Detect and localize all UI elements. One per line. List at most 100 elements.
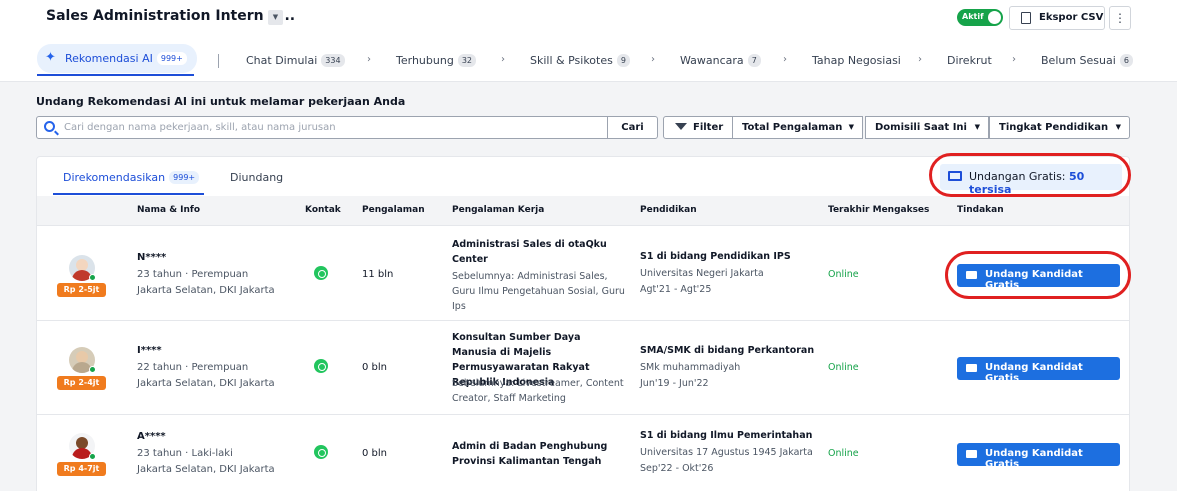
column-header: Pengalaman [362, 205, 425, 215]
tab-belum-sesuai[interactable]: Belum Sesuai 6 [1041, 54, 1133, 86]
tab-skill-psikotes[interactable]: Skill & Psikotes 9 [530, 54, 630, 86]
search-input[interactable]: Cari dengan nama pekerjaan, skill, atau … [36, 116, 608, 139]
dropdown-label: Total Pengalaman [742, 122, 843, 133]
column-header: Tindakan [957, 205, 1004, 215]
toggle-knob [988, 11, 1001, 24]
last-access-status: Online [828, 362, 859, 373]
tab-label: Direkrut [947, 54, 992, 67]
pipeline-tabs: ✦ Rekomendasi AI 999+ Chat Dimulai 334 › T… [0, 44, 1177, 82]
candidate-location: Jakarta Selatan, DKI Jakarta [137, 464, 275, 475]
mail-icon [966, 364, 977, 372]
search-button[interactable]: Cari [607, 116, 658, 139]
candidate-location: Jakarta Selatan, DKI Jakarta [137, 378, 275, 389]
experience-duration: 11 bln [362, 269, 394, 280]
work-experience-title: Administrasi Sales di otaQku Center [452, 239, 607, 265]
export-csv-label: Ekspor CSV [1039, 12, 1104, 23]
tab-tahap-negosiasi[interactable]: Tahap Negosiasi [812, 54, 901, 86]
annotation-circle-invite [945, 251, 1131, 299]
table-row[interactable]: Rp 2-4jt I**** 22 tahun · Perempuan Jaka… [37, 320, 1129, 414]
tab-label: Terhubung [396, 54, 454, 67]
candidate-age-gender: 23 tahun · Laki-laki [137, 448, 233, 459]
chevron-right-icon: › [651, 54, 655, 65]
education-title: SMA/SMK di bidang Perkantoran [640, 345, 815, 356]
tab-rekomendasi-ai[interactable]: ✦ Rekomendasi AI 999+ [37, 44, 197, 73]
tab-chat-dimulai[interactable]: Chat Dimulai 334 [246, 54, 345, 86]
candidate-info: 22 tahun · Perempuan Jakarta Selatan, DK… [137, 360, 275, 392]
active-tab-indicator [37, 74, 194, 76]
tab-terhubung[interactable]: Terhubung 32 [396, 54, 476, 86]
annotation-circle-quota [929, 153, 1131, 197]
chevron-right-icon: › [501, 54, 505, 65]
salary-badge: Rp 2-4jt [57, 376, 106, 390]
candidate-card: Direkomendasikan 999+ Diundang Undangan G… [36, 156, 1130, 491]
last-access-status: Online [828, 448, 859, 459]
education-info: SMk muhammadiyah Jun'19 - Jun'22 [640, 360, 740, 392]
job-switch-dropdown[interactable]: ▼ [268, 10, 283, 25]
whatsapp-icon[interactable] [314, 266, 328, 280]
table-row[interactable]: Rp 4-7jt A**** 23 tahun · Laki-laki Jaka… [37, 414, 1129, 491]
education-info: Universitas 17 Agustus 1945 Jakarta Sep'… [640, 445, 813, 477]
candidate-info: 23 tahun · Laki-laki Jakarta Selatan, DK… [137, 446, 275, 478]
tab-label: Belum Sesuai [1041, 54, 1116, 67]
education-level-dropdown[interactable]: Tingkat Pendidikan ▼ [989, 116, 1130, 139]
education-school: Universitas 17 Agustus 1945 Jakarta [640, 447, 813, 458]
tab-count: 9 [616, 54, 630, 67]
candidate-info: 23 tahun · Perempuan Jakarta Selatan, DK… [137, 267, 275, 299]
filter-button[interactable]: Filter [663, 116, 733, 139]
tab-label: Tahap Negosiasi [812, 54, 901, 67]
work-experience-previous: Sebelumnya: Livestreamer, Content Creato… [452, 378, 624, 404]
experience-duration: 0 bln [362, 448, 388, 459]
table-header: Nama & Info Kontak Pengalaman Pengalaman… [37, 196, 1129, 225]
mail-icon [966, 450, 977, 458]
search-icon [44, 121, 55, 132]
salary-badge: Rp 4-7jt [57, 462, 106, 476]
candidate-name[interactable]: N**** [137, 252, 166, 263]
tab-direkrut[interactable]: Direkrut [947, 54, 992, 86]
subtab-count: 999+ [169, 171, 200, 184]
online-indicator [89, 453, 96, 460]
job-title: Sales Administration Intern - ... [46, 8, 296, 24]
more-options-button[interactable]: ⋮ [1109, 6, 1131, 30]
domicile-dropdown[interactable]: Domisili Saat Ini ▼ [865, 116, 989, 139]
tab-count: 32 [457, 54, 476, 67]
whatsapp-icon[interactable] [314, 445, 328, 459]
subtab-diundang[interactable]: Diundang [230, 171, 283, 184]
education-title: S1 di bidang Pendidikan IPS [640, 251, 791, 262]
work-experience-previous: Sebelumnya: Administrasi Sales, Guru Ilm… [452, 271, 625, 312]
invite-candidate-button[interactable]: Undang Kandidat Gratis [957, 443, 1120, 470]
education-title: S1 di bidang Ilmu Pemerintahan [640, 430, 813, 441]
export-csv-button[interactable]: Ekspor CSV [1009, 6, 1105, 30]
chevron-down-icon: ▼ [848, 123, 854, 131]
tab-wawancara[interactable]: Wawancara 7 [680, 54, 761, 86]
job-status-toggle[interactable]: Aktif [957, 9, 1003, 26]
education-period: Jun'19 - Jun'22 [640, 378, 709, 389]
candidate-age-gender: 23 tahun · Perempuan [137, 269, 249, 280]
tab-label: Chat Dimulai [246, 54, 318, 67]
chevron-right-icon: › [918, 54, 922, 65]
job-status-label: Aktif [962, 12, 984, 21]
education-school: SMk muhammadiyah [640, 362, 741, 373]
kebab-icon: ⋮ [1114, 11, 1126, 25]
online-indicator [89, 274, 96, 281]
work-experience-title: Admin di Badan Penghubung Provinsi Kalim… [452, 441, 608, 467]
candidate-name[interactable]: I**** [137, 345, 162, 356]
column-header: Nama & Info [137, 205, 201, 215]
invite-candidate-button[interactable]: Undang Kandidat Gratis [957, 357, 1120, 384]
education-info: Universitas Negeri Jakarta Agt'21 - Agt'… [640, 266, 764, 298]
invite-label: Undang Kandidat Gratis [985, 448, 1083, 470]
whatsapp-icon[interactable] [314, 359, 328, 373]
tab-count: 999+ [156, 52, 187, 65]
candidate-name[interactable]: A**** [137, 431, 166, 442]
column-header: Pendidikan [640, 205, 697, 215]
total-experience-dropdown[interactable]: Total Pengalaman ▼ [732, 116, 863, 139]
chevron-right-icon: › [367, 54, 371, 65]
chevron-down-icon: ▼ [1115, 123, 1121, 131]
chevron-down-icon: ▼ [974, 123, 980, 131]
file-export-icon [1021, 12, 1031, 24]
subtab-direkomendasikan[interactable]: Direkomendasikan 999+ [63, 171, 200, 184]
chevron-right-icon: › [783, 54, 787, 65]
tab-count: 334 [321, 54, 345, 67]
tab-divider [218, 54, 219, 68]
filter-label: Filter [693, 122, 724, 133]
column-header: Pengalaman Kerja [452, 205, 545, 215]
